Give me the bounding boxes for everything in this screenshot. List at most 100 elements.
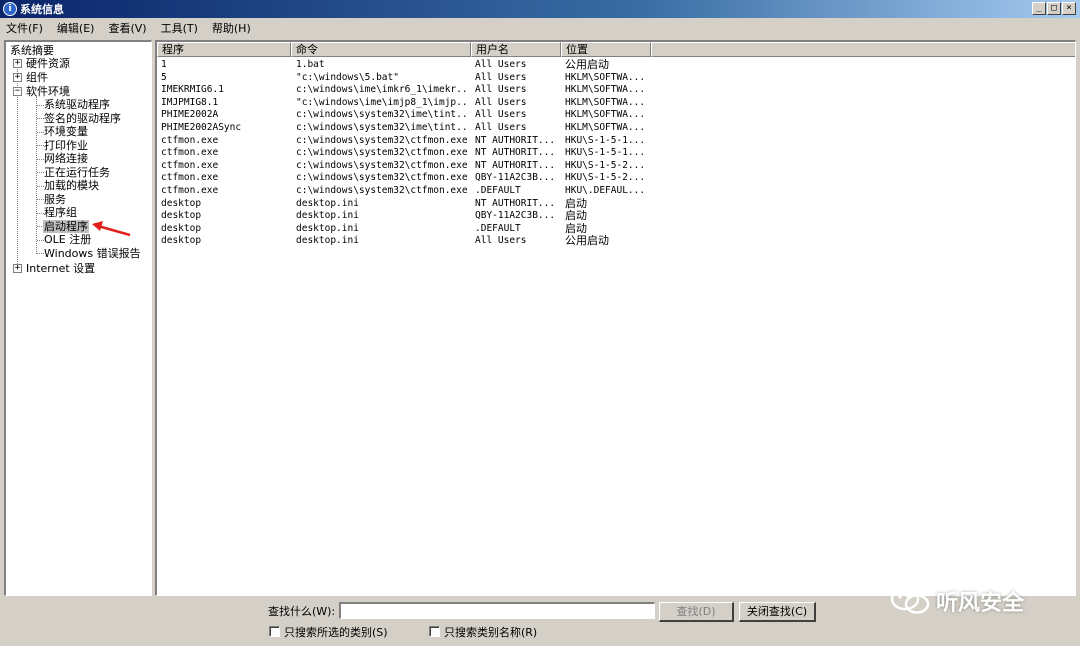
cell-location: HKU\.DEFAUL... (565, 185, 646, 196)
search-selected-category-label: 只搜索所选的类别(S) (284, 626, 388, 639)
menu-tools[interactable]: 工具(T) (161, 20, 198, 36)
menu-bar: 文件(F) 编辑(E) 查看(V) 工具(T) 帮助(H) (0, 18, 1080, 38)
table-header: 程序 命令 用户名 位置 (157, 42, 1075, 57)
collapse-software-icon[interactable]: − (13, 87, 22, 96)
cell-command: c:\windows\system32\ime\tint... (296, 122, 468, 133)
cell-location: HKLM\SOFTWA... (565, 84, 646, 96)
cell-location: HKU\S-1-5-2... (565, 172, 646, 184)
cell-location: HKLM\SOFTWA... (565, 71, 646, 83)
tree-branch (37, 186, 44, 187)
tree-item-env-vars[interactable]: 环境变量 (44, 125, 88, 138)
menu-file[interactable]: 文件(F) (6, 20, 43, 36)
cell-program: IMEKRMIG6.1 (161, 84, 224, 96)
table-row[interactable]: PHIME2002ASync c:\windows\system32\ime\ti… (157, 122, 1075, 135)
cell-command: "c:\windows\5.bat" (296, 71, 399, 83)
tree-item-ole-registry[interactable]: OLE 注册 (44, 233, 91, 246)
find-button[interactable]: 查找(D) (659, 602, 734, 622)
tree-branch (37, 240, 44, 241)
cell-program: PHIME2002ASync (161, 122, 242, 133)
tree-item-print-jobs[interactable]: 打印作业 (44, 139, 88, 152)
cell-username: All Users (475, 122, 527, 133)
expand-internet-icon[interactable]: + (13, 264, 22, 273)
tree-item-network-connections[interactable]: 网络连接 (44, 152, 88, 165)
find-label: 查找什么(W): (268, 605, 336, 618)
watermark-text: 听风安全 (936, 591, 1025, 616)
column-header-program[interactable]: 程序 (157, 42, 291, 57)
results-table: 程序 命令 用户名 位置 1 1.bat All Users 公用启动 5 "c:\win… (155, 40, 1076, 596)
minimize-button[interactable]: _ (1032, 2, 1046, 15)
cell-username: NT AUTHORIT... (475, 197, 556, 209)
cell-username: All Users (475, 235, 527, 247)
tree-item-system-drivers[interactable]: 系统驱动程序 (44, 98, 110, 111)
cell-command: c:\windows\system32\ctfmon.exe (296, 185, 468, 196)
cell-username: .DEFAULT (475, 185, 521, 196)
table-row[interactable]: desktop desktop.ini All Users 公用启动 (157, 235, 1075, 248)
expand-components-icon[interactable]: + (13, 73, 22, 82)
search-selected-category-checkbox[interactable] (269, 626, 280, 637)
table-row[interactable]: desktop desktop.ini NT AUTHORIT... 启动 (157, 198, 1075, 211)
cell-username: All Users (475, 71, 527, 83)
window-title: 系统信息 (20, 3, 64, 16)
cell-command: desktop.ini (296, 222, 359, 234)
column-header-username[interactable]: 用户名 (471, 42, 561, 57)
cell-location: 启动 (565, 197, 587, 210)
tree-item-hardware[interactable]: 硬件资源 (26, 57, 70, 70)
search-category-names-checkbox[interactable] (429, 626, 440, 637)
cell-command: c:\windows\ime\imkr6_1\imekr... (296, 84, 468, 96)
table-row[interactable]: IMEKRMIG6.1 c:\windows\ime\imkr6_1\imekr.… (157, 84, 1075, 97)
cell-program: IMJPMIG8.1 (161, 96, 219, 108)
tree-item-loaded-modules[interactable]: 加载的模块 (44, 179, 99, 192)
tree-item-services[interactable]: 服务 (44, 193, 66, 206)
maximize-button[interactable]: □ (1047, 2, 1061, 15)
tree-item-software[interactable]: 软件环境 (26, 85, 70, 98)
cell-location: 公用启动 (565, 59, 609, 71)
table-row[interactable]: IMJPMIG8.1 "c:\windows\ime\imjp8_1\imjp..… (157, 97, 1075, 110)
find-input[interactable] (339, 602, 655, 619)
menu-edit[interactable]: 编辑(E) (57, 20, 95, 36)
table-row[interactable]: 5 "c:\windows\5.bat" All Users HKLM\SOFTWA.… (157, 72, 1075, 85)
cell-username: All Users (475, 96, 527, 108)
cell-program: ctfmon.exe (161, 185, 219, 196)
column-header-location[interactable]: 位置 (561, 42, 651, 57)
menu-view[interactable]: 查看(V) (108, 20, 146, 36)
category-tree[interactable]: 系统摘要 + 硬件资源 + 组件 − 软件环境 系统驱动程序 签名的驱动程序 环… (4, 40, 152, 596)
close-button[interactable]: × (1062, 2, 1076, 15)
wechat-icon (890, 587, 930, 614)
tree-branch (37, 145, 44, 146)
tree-item-running-tasks[interactable]: 正在运行任务 (44, 166, 110, 179)
tree-item-windows-error-reporting[interactable]: Windows 错误报告 (44, 247, 141, 260)
tree-item-signed-drivers[interactable]: 签名的驱动程序 (44, 112, 121, 125)
tree-item-internet-settings[interactable]: Internet 设置 (26, 262, 95, 275)
cell-location: HKLM\SOFTWA... (565, 109, 646, 121)
table-row[interactable]: ctfmon.exe c:\windows\system32\ctfmon.exe… (157, 185, 1075, 198)
cell-command: desktop.ini (296, 235, 359, 247)
cell-program: ctfmon.exe (161, 147, 219, 159)
expand-hardware-icon[interactable]: + (13, 59, 22, 68)
tree-item-program-groups[interactable]: 程序组 (44, 206, 77, 219)
table-row[interactable]: ctfmon.exe c:\windows\system32\ctfmon.exe… (157, 135, 1075, 148)
tree-branch (37, 199, 44, 200)
table-row[interactable]: 1 1.bat All Users 公用启动 (157, 59, 1075, 72)
tree-branch (37, 253, 44, 254)
tree-item-system-summary[interactable]: 系统摘要 (10, 44, 54, 57)
table-row[interactable]: ctfmon.exe c:\windows\system32\ctfmon.exe… (157, 172, 1075, 185)
tree-item-components[interactable]: 组件 (26, 71, 48, 84)
cell-program: 5 (161, 71, 167, 83)
close-find-button[interactable]: 关闭查找(C) (739, 602, 816, 622)
table-row[interactable]: desktop desktop.ini QBY-11A2C3B... 启动 (157, 210, 1075, 223)
table-row[interactable]: ctfmon.exe c:\windows\system32\ctfmon.exe… (157, 160, 1075, 173)
table-row[interactable]: ctfmon.exe c:\windows\system32\ctfmon.exe… (157, 147, 1075, 160)
column-header-command[interactable]: 命令 (291, 42, 471, 57)
cell-program: ctfmon.exe (161, 172, 219, 184)
cell-username: .DEFAULT (475, 222, 521, 234)
menu-help[interactable]: 帮助(H) (212, 20, 251, 36)
table-row[interactable]: desktop desktop.ini .DEFAULT 启动 (157, 223, 1075, 236)
tree-item-startup-programs[interactable]: 启动程序 (43, 220, 89, 233)
table-row[interactable]: PHIME2002A c:\windows\system32\ime\tint..… (157, 109, 1075, 122)
cell-program: 1 (161, 59, 167, 70)
cell-program: ctfmon.exe (161, 159, 219, 171)
cell-program: desktop (161, 197, 202, 209)
cell-username: QBY-11A2C3B... (475, 210, 556, 222)
tree-branch (37, 172, 44, 173)
cell-command: c:\windows\system32\ctfmon.exe (296, 147, 468, 159)
